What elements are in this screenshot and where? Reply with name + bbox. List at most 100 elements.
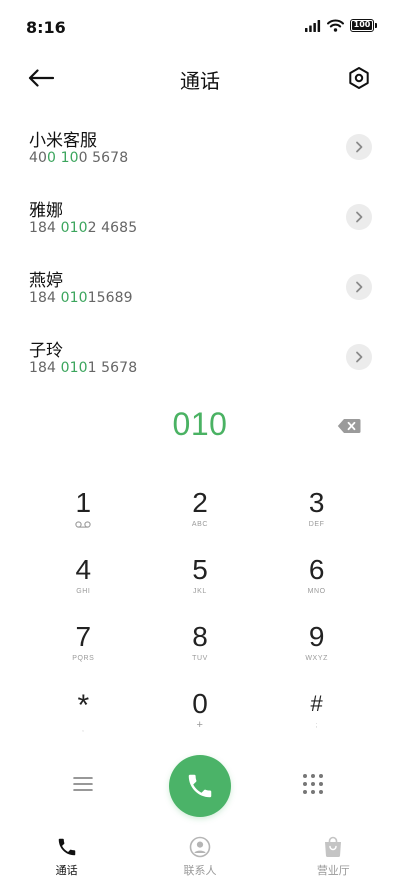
matched-digits: 010 xyxy=(60,290,88,306)
back-button[interactable] xyxy=(24,62,58,94)
key-letters: TUV xyxy=(192,655,208,662)
chevron-right-icon xyxy=(356,141,363,153)
number-segment: 2 4685 xyxy=(87,220,138,236)
contact-detail-button[interactable] xyxy=(346,274,372,300)
matched-digits: 010 xyxy=(60,360,88,376)
matched-digits: 0 xyxy=(47,150,57,166)
header: 通话 xyxy=(0,52,400,104)
dial-keypad: 1 2 ABC 3 DEF 4 GHI 5 JKL 6 MNO 7 PQRS 8… xyxy=(25,476,375,744)
key-letters: ABC xyxy=(191,521,209,528)
tab-label: 通话 xyxy=(55,864,78,877)
number-segment: 15689 xyxy=(87,290,133,306)
settings-button[interactable] xyxy=(344,63,374,93)
contact-number: 184 0102 4685 xyxy=(29,220,137,236)
menu-icon xyxy=(73,777,93,791)
key-digit: 1 xyxy=(75,487,92,518)
phone-icon xyxy=(188,774,212,798)
key-letters: PQRS xyxy=(72,655,95,662)
key-9[interactable]: 9 WXYZ xyxy=(258,610,375,677)
key-digit: 2 xyxy=(192,487,208,518)
wifi-icon xyxy=(327,19,344,32)
key-digit: 0 xyxy=(192,688,208,719)
chevron-right-icon xyxy=(356,281,363,293)
dial-display: 010 xyxy=(0,400,400,456)
matched-digits: 10 xyxy=(60,150,79,166)
tab-label: 联系人 xyxy=(183,864,217,877)
key-4[interactable]: 4 GHI xyxy=(25,543,142,610)
key-1[interactable]: 1 xyxy=(25,476,142,543)
shopping-bag-icon xyxy=(325,836,342,858)
key-letters: + xyxy=(196,719,204,731)
matched-digits: 010 xyxy=(60,220,88,236)
arrow-left-icon xyxy=(28,69,54,87)
contact-name: 子玲 xyxy=(29,341,63,361)
key-digit: 6 xyxy=(308,554,325,585)
contact-item[interactable]: 子玲 184 0101 5678 xyxy=(0,322,400,392)
chevron-right-icon xyxy=(356,351,363,363)
number-segment: 1 5678 xyxy=(87,360,138,376)
key-hash[interactable]: # ; xyxy=(258,677,375,744)
contact-item[interactable]: 雅娜 184 0102 4685 xyxy=(0,182,400,252)
key-digit: 4 xyxy=(75,554,92,585)
contact-number: 184 0101 5678 xyxy=(29,360,137,376)
number-segment: 184 xyxy=(29,360,61,376)
call-button[interactable] xyxy=(169,755,231,817)
key-star[interactable]: * , xyxy=(25,677,142,744)
signal-icon xyxy=(305,19,321,32)
tab-service-hall[interactable]: 营业厅 xyxy=(267,826,400,889)
contact-name: 小米客服 xyxy=(29,131,97,151)
contact-item[interactable]: 小米客服 400 100 5678 xyxy=(0,112,400,182)
key-3[interactable]: 3 DEF xyxy=(258,476,375,543)
contact-item[interactable]: 燕婷 184 01015689 xyxy=(0,252,400,322)
contact-name: 雅娜 xyxy=(29,201,63,221)
contact-detail-button[interactable] xyxy=(346,344,372,370)
key-letters: GHI xyxy=(76,588,91,595)
number-segment: 184 xyxy=(29,220,61,236)
tab-label: 营业厅 xyxy=(316,864,350,877)
chevron-right-icon xyxy=(356,211,363,223)
tab-contacts[interactable]: 联系人 xyxy=(133,826,266,889)
status-bar: 8:16 100 xyxy=(0,0,400,52)
contact-number: 184 01015689 xyxy=(29,290,133,306)
settings-icon xyxy=(349,67,369,89)
menu-button[interactable] xyxy=(68,769,98,799)
tab-bar: 通话 联系人 营业厅 xyxy=(0,826,400,889)
contact-name: 燕婷 xyxy=(29,271,63,291)
key-letters: ; xyxy=(315,722,318,729)
key-digit: 8 xyxy=(192,621,208,652)
phone-icon xyxy=(58,838,75,856)
contact-detail-button[interactable] xyxy=(346,134,372,160)
contact-suggestions: 小米客服 400 100 5678 雅娜 184 0102 4685 燕婷 18… xyxy=(0,112,400,392)
number-segment: 184 xyxy=(29,290,61,306)
backspace-icon xyxy=(337,419,361,433)
contact-detail-button[interactable] xyxy=(346,204,372,230)
number-segment: 0 5678 xyxy=(78,150,129,166)
dial-actions xyxy=(0,752,400,818)
key-7[interactable]: 7 PQRS xyxy=(25,610,142,677)
key-digit: 9 xyxy=(308,621,325,652)
battery-icon: 100 xyxy=(350,19,377,32)
backspace-button[interactable] xyxy=(336,416,362,436)
key-letters: DEF xyxy=(308,521,325,528)
contact-icon xyxy=(189,836,211,858)
key-letters: JKL xyxy=(193,588,207,595)
key-2[interactable]: 2 ABC xyxy=(142,476,259,543)
key-digit: 5 xyxy=(192,554,208,585)
tab-calls[interactable]: 通话 xyxy=(0,826,133,889)
status-time: 8:16 xyxy=(26,18,66,37)
key-5[interactable]: 5 JKL xyxy=(142,543,259,610)
dialpad-icon xyxy=(303,774,323,794)
dialpad-toggle-button[interactable] xyxy=(298,769,328,799)
key-8[interactable]: 8 TUV xyxy=(142,610,259,677)
battery-level: 100 xyxy=(353,20,371,29)
key-letters: MNO xyxy=(307,588,326,595)
key-0[interactable]: 0 + xyxy=(142,677,259,744)
key-digit: * xyxy=(77,689,90,722)
key-letters: WXYZ xyxy=(305,655,328,662)
status-icons: 100 xyxy=(305,19,377,32)
key-6[interactable]: 6 MNO xyxy=(258,543,375,610)
key-digit: 3 xyxy=(308,487,325,518)
number-segment: 40 xyxy=(29,150,48,166)
contact-number: 400 100 5678 xyxy=(29,150,128,166)
key-letters: , xyxy=(82,726,85,733)
